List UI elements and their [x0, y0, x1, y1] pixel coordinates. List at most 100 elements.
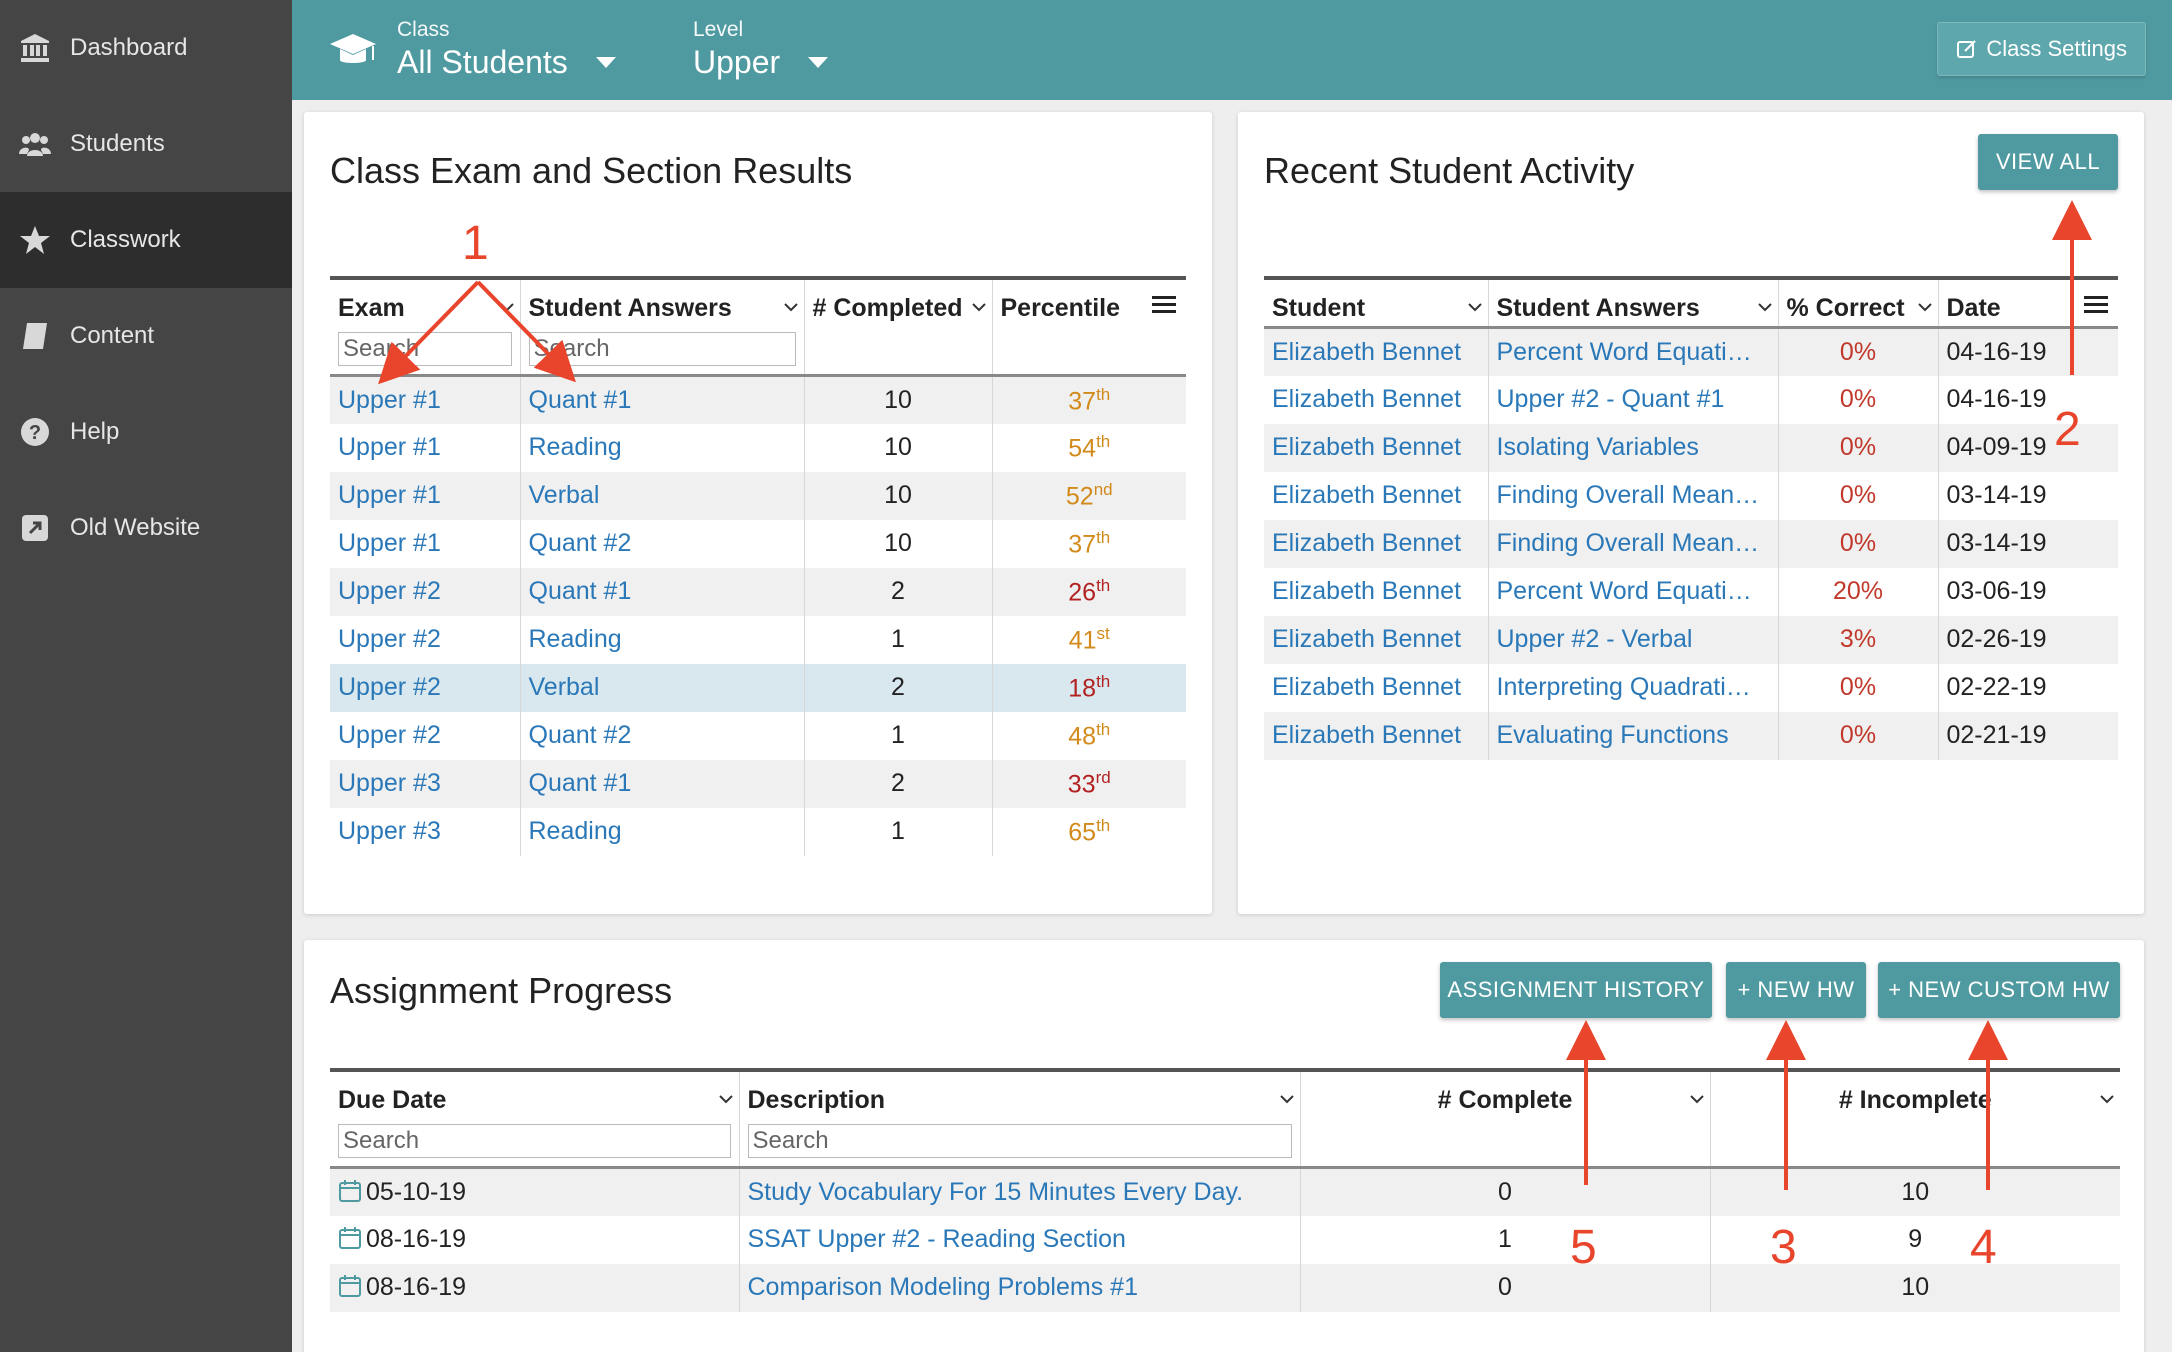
student-link[interactable]: Elizabeth Bennet: [1264, 615, 1489, 664]
table-row[interactable]: Upper #1 Reading 10 54th: [330, 423, 1186, 472]
exam-search-input[interactable]: [338, 332, 512, 366]
description-search-input[interactable]: [747, 1124, 1292, 1158]
table-row[interactable]: Elizabeth Bennet Evaluating Functions 0% 02…: [1264, 711, 2118, 760]
answers-link[interactable]: Interpreting Quadrati…: [1488, 663, 1779, 712]
table-row[interactable]: Elizabeth Bennet Percent Word Equati… 0% 04…: [1264, 327, 2118, 376]
nav-students[interactable]: Students: [0, 96, 292, 192]
nav-content[interactable]: Content: [0, 288, 292, 384]
table-row[interactable]: Elizabeth Bennet Upper #2 - Quant #1 0% 04-…: [1264, 375, 2118, 424]
table-row[interactable]: Elizabeth Bennet Isolating Variables 0% 04-…: [1264, 423, 2118, 472]
due-date-search-input[interactable]: [338, 1124, 731, 1158]
table-row[interactable]: Upper #2 Quant #1 2 26th: [330, 567, 1186, 616]
student-link[interactable]: Elizabeth Bennet: [1264, 327, 1489, 376]
answers-link[interactable]: Finding Overall Mean…: [1488, 519, 1779, 568]
exam-link[interactable]: Upper #2: [330, 567, 521, 616]
menu-icon[interactable]: [1152, 294, 1176, 323]
table-row[interactable]: Upper #2 Verbal 2 18th: [330, 663, 1186, 712]
exam-link[interactable]: Upper #3: [330, 807, 521, 856]
table-row[interactable]: Upper #1 Quant #2 10 37th: [330, 519, 1186, 568]
table-row[interactable]: Elizabeth Bennet Finding Overall Mean… 0% 0…: [1264, 471, 2118, 520]
section-search-input[interactable]: [528, 332, 796, 366]
exam-link[interactable]: Upper #2: [330, 663, 521, 712]
col-completed[interactable]: # Completed: [804, 278, 993, 376]
col-correct[interactable]: % Correct: [1778, 278, 1939, 328]
assignment-link[interactable]: Study Vocabulary For 15 Minutes Every Da…: [739, 1167, 1301, 1216]
section-link[interactable]: Quant #1: [520, 375, 805, 424]
table-row[interactable]: Elizabeth Bennet Interpreting Quadrati… 0%…: [1264, 663, 2118, 712]
table-row[interactable]: 08-16-19 SSAT Upper #2 - Reading Section 1…: [330, 1215, 2120, 1264]
new-custom-hw-button[interactable]: + NEW CUSTOM HW: [1878, 962, 2120, 1018]
col-student-answers[interactable]: Student Answers: [520, 278, 805, 376]
col-percentile[interactable]: Percentile: [992, 278, 1186, 376]
table-row[interactable]: Elizabeth Bennet Finding Overall Mean… 0% 0…: [1264, 519, 2118, 568]
assignment-link[interactable]: Comparison Modeling Problems #1: [739, 1263, 1301, 1312]
nav-help[interactable]: ? Help: [0, 384, 292, 480]
student-link[interactable]: Elizabeth Bennet: [1264, 711, 1489, 760]
section-link[interactable]: Quant #1: [520, 567, 805, 616]
table-row[interactable]: Upper #3 Reading 1 65th: [330, 807, 1186, 856]
student-link[interactable]: Elizabeth Bennet: [1264, 663, 1489, 712]
section-link[interactable]: Quant #1: [520, 759, 805, 808]
chevron-down-icon[interactable]: [1757, 290, 1772, 312]
chevron-down-icon[interactable]: [2100, 1082, 2114, 1104]
exam-link[interactable]: Upper #2: [330, 711, 521, 760]
exam-link[interactable]: Upper #3: [330, 759, 521, 808]
col-date[interactable]: Date: [1938, 278, 2118, 328]
section-link[interactable]: Reading: [520, 615, 805, 664]
col-due-date[interactable]: Due Date: [330, 1070, 740, 1168]
table-row[interactable]: Upper #1 Verbal 10 52nd: [330, 471, 1186, 520]
exam-link[interactable]: Upper #2: [330, 615, 521, 664]
section-link[interactable]: Reading: [520, 423, 805, 472]
class-selector[interactable]: Class All Students: [397, 18, 616, 81]
chevron-down-icon[interactable]: [783, 290, 798, 312]
chevron-down-icon[interactable]: [1689, 1082, 1704, 1104]
exam-link[interactable]: Upper #1: [330, 423, 521, 472]
student-link[interactable]: Elizabeth Bennet: [1264, 567, 1489, 616]
col-exam[interactable]: Exam: [330, 278, 521, 376]
answers-link[interactable]: Upper #2 - Verbal: [1488, 615, 1779, 664]
menu-icon[interactable]: [2084, 294, 2108, 323]
answers-link[interactable]: Upper #2 - Quant #1: [1488, 375, 1779, 424]
nav-old-website[interactable]: Old Website: [0, 480, 292, 576]
assignment-link[interactable]: SSAT Upper #2 - Reading Section: [739, 1215, 1301, 1264]
answers-link[interactable]: Isolating Variables: [1488, 423, 1779, 472]
section-link[interactable]: Reading: [520, 807, 805, 856]
table-row[interactable]: Upper #3 Quant #1 2 33rd: [330, 759, 1186, 808]
nav-dashboard[interactable]: Dashboard: [0, 0, 292, 96]
chevron-down-icon[interactable]: [1467, 290, 1482, 312]
student-link[interactable]: Elizabeth Bennet: [1264, 375, 1489, 424]
section-link[interactable]: Quant #2: [520, 519, 805, 568]
section-link[interactable]: Verbal: [520, 663, 805, 712]
table-row[interactable]: Upper #2 Quant #2 1 48th: [330, 711, 1186, 760]
table-row[interactable]: Upper #2 Reading 1 41st: [330, 615, 1186, 664]
exam-link[interactable]: Upper #1: [330, 519, 521, 568]
class-settings-button[interactable]: Class Settings: [1937, 22, 2146, 76]
section-link[interactable]: Quant #2: [520, 711, 805, 760]
student-link[interactable]: Elizabeth Bennet: [1264, 519, 1489, 568]
chevron-down-icon[interactable]: [718, 1082, 733, 1104]
col-complete[interactable]: # Complete: [1300, 1070, 1711, 1168]
new-hw-button[interactable]: + NEW HW: [1726, 962, 1866, 1018]
exam-link[interactable]: Upper #1: [330, 375, 521, 424]
answers-link[interactable]: Evaluating Functions: [1488, 711, 1779, 760]
exam-link[interactable]: Upper #1: [330, 471, 521, 520]
chevron-down-icon[interactable]: [971, 290, 986, 312]
answers-link[interactable]: Finding Overall Mean…: [1488, 471, 1779, 520]
view-all-button[interactable]: VIEW ALL: [1978, 134, 2118, 190]
student-link[interactable]: Elizabeth Bennet: [1264, 423, 1489, 472]
col-activity-answers[interactable]: Student Answers: [1488, 278, 1779, 328]
table-row[interactable]: Upper #1 Quant #1 10 37th: [330, 375, 1186, 424]
chevron-down-icon[interactable]: [499, 290, 514, 312]
table-row[interactable]: 05-10-19 Study Vocabulary For 15 Minutes …: [330, 1167, 2120, 1216]
col-student[interactable]: Student: [1264, 278, 1489, 328]
assignment-history-button[interactable]: ASSIGNMENT HISTORY: [1440, 962, 1712, 1018]
nav-classwork[interactable]: Classwork: [0, 192, 292, 288]
answers-link[interactable]: Percent Word Equati…: [1488, 327, 1779, 376]
table-row[interactable]: Elizabeth Bennet Upper #2 - Verbal 3% 02-26…: [1264, 615, 2118, 664]
chevron-down-icon[interactable]: [1917, 290, 1932, 312]
table-row[interactable]: 08-16-19 Comparison Modeling Problems #1 0…: [330, 1263, 2120, 1312]
student-link[interactable]: Elizabeth Bennet: [1264, 471, 1489, 520]
section-link[interactable]: Verbal: [520, 471, 805, 520]
table-row[interactable]: Elizabeth Bennet Percent Word Equati… 20% 0…: [1264, 567, 2118, 616]
level-selector[interactable]: Level Upper: [693, 18, 829, 81]
